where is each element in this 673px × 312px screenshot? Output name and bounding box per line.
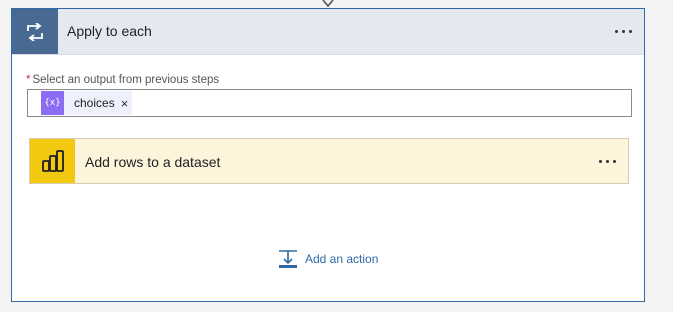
- action-more-options-icon[interactable]: [599, 160, 616, 163]
- remove-token-icon[interactable]: ×: [121, 96, 129, 111]
- field-label-text: Select an output from previous steps: [32, 74, 220, 86]
- required-marker: *: [26, 74, 31, 86]
- expression-icon: {x}: [41, 91, 64, 115]
- add-action-label: Add an action: [305, 252, 379, 266]
- dynamic-content-token[interactable]: {x} choices ×: [41, 91, 133, 115]
- action-title: Add rows to a dataset: [85, 154, 221, 170]
- more-options-icon[interactable]: [615, 30, 632, 33]
- loop-icon: [12, 9, 58, 54]
- add-action-icon: [279, 250, 297, 268]
- apply-to-each-card: Apply to each * Select an output from pre…: [11, 8, 645, 302]
- add-action-button[interactable]: Add an action: [278, 249, 378, 269]
- card-title: Apply to each: [67, 23, 152, 39]
- field-label: * Select an output from previous steps: [26, 74, 219, 86]
- add-rows-action-card[interactable]: Add rows to a dataset: [29, 138, 629, 184]
- card-header[interactable]: Apply to each: [12, 9, 644, 55]
- power-bi-icon: [30, 139, 75, 183]
- token-label: choices: [74, 96, 115, 110]
- output-select-input[interactable]: {x} choices ×: [27, 89, 632, 117]
